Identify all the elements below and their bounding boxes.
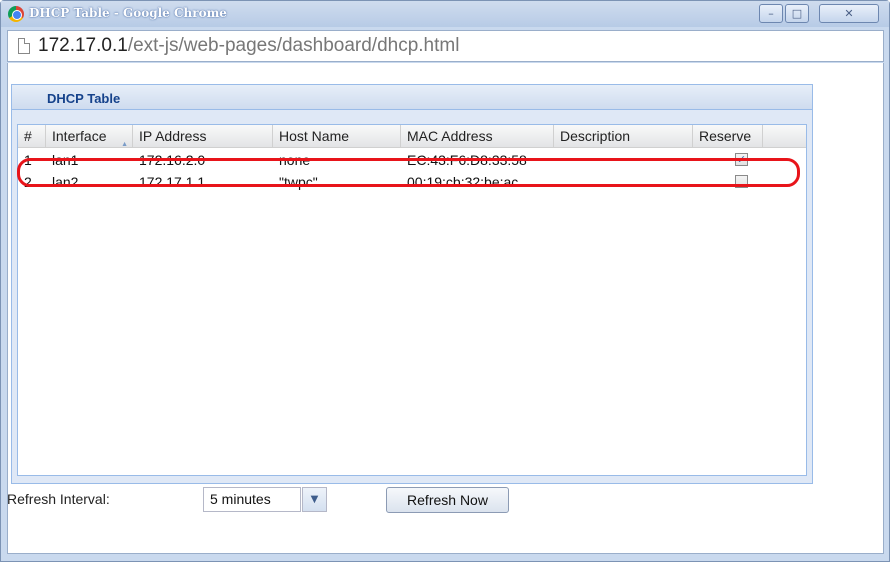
grid-body: 1 lan1 172.16.2.0 none EC:43:F6:D8:33:58… xyxy=(18,149,806,193)
cell-interface: lan2 xyxy=(52,174,79,190)
chrome-logo-icon xyxy=(8,6,24,22)
cell-interface: lan1 xyxy=(52,152,79,168)
dhcp-panel: DHCP Table # Interface ▲ IP Address Host … xyxy=(11,84,813,484)
table-row[interactable]: 1 lan1 172.16.2.0 none EC:43:F6:D8:33:58… xyxy=(18,149,806,171)
column-header-mac-address[interactable]: MAC Address xyxy=(401,125,554,148)
grid-header: # Interface ▲ IP Address Host Name MAC Ad… xyxy=(18,125,806,148)
page-icon xyxy=(18,38,30,54)
column-header-host-name[interactable]: Host Name xyxy=(273,125,401,148)
cell-mac-address: 00:19:cb:32:be:ac xyxy=(407,174,519,190)
url-path: /ext-js/web-pages/dashboard/dhcp.html xyxy=(127,35,460,56)
reserve-checkbox[interactable] xyxy=(735,175,748,188)
reserve-checkbox[interactable]: ✓ xyxy=(735,153,748,166)
cell-num: 1 xyxy=(24,152,32,168)
address-bar[interactable]: 172.17.0.1/ext-js/web-pages/dashboard/dh… xyxy=(7,30,884,62)
column-header-num[interactable]: # xyxy=(18,125,46,148)
cell-host-name: none xyxy=(279,152,311,168)
column-header-interface-label: Interface xyxy=(52,128,107,144)
panel-header: DHCP Table xyxy=(12,85,812,110)
close-button[interactable]: ✕ xyxy=(819,4,879,23)
cell-mac-address: EC:43:F6:D8:33:58 xyxy=(407,152,527,168)
refresh-interval-label: Refresh Interval: xyxy=(7,491,110,507)
panel-title: DHCP Table xyxy=(47,91,121,106)
refresh-interval-select[interactable]: 5 minutes xyxy=(203,487,301,512)
dhcp-grid: # Interface ▲ IP Address Host Name MAC Ad… xyxy=(17,124,807,476)
cell-description xyxy=(554,149,560,171)
column-header-reserve[interactable]: Reserve xyxy=(693,125,763,148)
table-row[interactable]: 2 lan2 172.17.1.1 "twpc" 00:19:cb:32:be:… xyxy=(18,171,806,193)
cell-host-name: "twpc" xyxy=(279,174,318,190)
column-header-description[interactable]: Description xyxy=(554,125,693,148)
browser-window: DHCP Table - Google Chrome – □ ✕ 172.17.… xyxy=(0,0,890,562)
cell-ip-address: 172.17.1.1 xyxy=(139,174,206,190)
column-header-ip-address[interactable]: IP Address xyxy=(133,125,273,148)
title-bar[interactable]: DHCP Table - Google Chrome – □ ✕ xyxy=(1,1,889,27)
window-title: DHCP Table - Google Chrome xyxy=(29,6,227,20)
page-content: DHCP Table # Interface ▲ IP Address Host … xyxy=(7,63,884,554)
refresh-now-button[interactable]: Refresh Now xyxy=(386,487,509,513)
maximize-button[interactable]: □ xyxy=(785,4,809,23)
cell-num: 2 xyxy=(24,174,32,190)
url-host: 172.17.0.1 xyxy=(38,35,128,56)
cell-ip-address: 172.16.2.0 xyxy=(139,152,206,168)
chevron-down-icon[interactable]: ▼ xyxy=(302,487,327,512)
cell-description xyxy=(554,171,560,193)
minimize-button[interactable]: – xyxy=(759,4,783,23)
url-text[interactable]: 172.17.0.1/ext-js/web-pages/dashboard/dh… xyxy=(38,35,459,57)
column-header-interface[interactable]: Interface ▲ xyxy=(46,125,133,148)
